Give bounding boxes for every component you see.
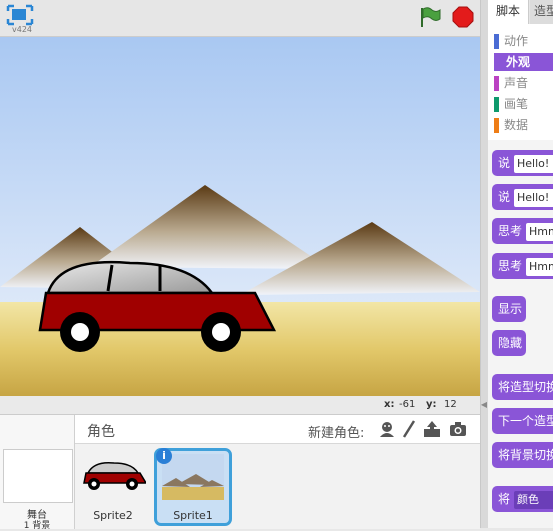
block-label: 思考 [498, 259, 523, 273]
tab-costumes[interactable]: 造型 [530, 0, 553, 24]
block-label: 将 [498, 492, 511, 506]
block-label: 将背景切换为 [498, 448, 553, 462]
category-label: 数据 [504, 118, 529, 132]
block-say[interactable]: 说 Hello! [492, 150, 553, 176]
sprite-library-pane: 舞台 1 背景 角色 新建角色: Sprite2 i Sprite1 [0, 414, 480, 531]
stage-toolbar: v424 [0, 0, 480, 36]
fullscreen-icon[interactable] [6, 4, 34, 26]
block-label: 隐藏 [498, 336, 523, 350]
sprites-header: 角色 新建角色: [75, 415, 480, 444]
green-flag-icon[interactable] [418, 6, 442, 28]
stop-icon[interactable] [452, 6, 474, 28]
block-show[interactable]: 显示 [492, 296, 526, 322]
y-label: y: [426, 399, 437, 410]
block-input[interactable]: Hmm... [526, 257, 553, 276]
sprite-thumbnail-sprite2[interactable]: Sprite2 [80, 449, 146, 525]
sprites-title: 角色 [87, 424, 115, 440]
category-color-swatch [494, 97, 499, 112]
stage-thumbnail[interactable] [3, 449, 73, 503]
block-switch-backdrop[interactable]: 将背景切换为 [492, 442, 553, 468]
new-sprite-label: 新建角色: [308, 426, 365, 441]
stage-selector[interactable]: 舞台 1 背景 [0, 415, 75, 531]
category-looks[interactable]: 外观 [494, 53, 553, 71]
y-value: 12 [444, 399, 457, 410]
category-label: 外观 [506, 55, 531, 69]
category-pen[interactable]: 画笔 [494, 95, 553, 113]
category-color-swatch [494, 118, 499, 133]
category-color-swatch [494, 76, 499, 91]
block-palette: 说Hello! 说Hello! 思考Hmm... 思考Hmm... 显示 隐藏 … [488, 140, 553, 528]
sprite-thumbnail-sprite1[interactable]: i Sprite1 [154, 448, 232, 526]
block-label: 下一个造型 [498, 414, 553, 428]
x-label: x: [384, 399, 395, 410]
mouse-coordinates: x: -61 y: 12 [0, 396, 480, 414]
block-think[interactable]: 思考Hmm... [492, 218, 553, 244]
block-switch-costume[interactable]: 将造型切换为 [492, 374, 553, 400]
block-say-seconds[interactable]: 说 Hello! [492, 184, 553, 210]
block-change-effect[interactable]: 将颜色 [492, 486, 553, 512]
sprite-name: Sprite1 [173, 509, 213, 522]
effect-dropdown[interactable]: 颜色 [514, 490, 553, 509]
collapse-arrow-icon[interactable]: ◀ [480, 397, 488, 413]
block-label: 将造型切换为 [498, 380, 553, 394]
version-label: v424 [12, 25, 33, 34]
block-label: 说 [498, 190, 511, 204]
x-value: -61 [399, 399, 416, 410]
block-next-costume[interactable]: 下一个造型 [492, 408, 553, 434]
block-input[interactable]: Hello! [514, 154, 553, 173]
category-motion[interactable]: 动作 [494, 32, 553, 50]
block-input[interactable]: Hello! [514, 188, 553, 207]
block-think-seconds[interactable]: 思考Hmm... [492, 253, 553, 279]
sprite-name: Sprite2 [93, 509, 133, 522]
category-sound[interactable]: 声音 [494, 74, 553, 92]
upload-icon[interactable] [422, 419, 442, 439]
backdrop-count: 1 背景 [23, 521, 51, 531]
sprite-library-icon[interactable] [377, 419, 397, 439]
category-color-swatch [494, 34, 499, 49]
tab-scripts[interactable]: 脚本 [488, 0, 529, 24]
category-label: 动作 [504, 34, 529, 48]
block-categories: 动作 外观 声音 画笔 数据 [488, 24, 553, 141]
stage-canvas[interactable] [0, 36, 480, 397]
scripts-panel: 脚本 造型 动作 外观 声音 画笔 数据 说 Hello! 说 Hello! 思考 H… [488, 0, 553, 528]
block-label: 显示 [498, 302, 523, 316]
category-label: 声音 [504, 76, 529, 90]
category-label: 画笔 [504, 97, 529, 111]
block-hide[interactable]: 隐藏 [492, 330, 526, 356]
block-label: 思考 [498, 224, 523, 238]
block-input[interactable]: Hmm... [526, 222, 553, 241]
editor-tabs: 脚本 造型 [488, 0, 553, 24]
camera-icon[interactable] [448, 419, 468, 439]
paint-icon[interactable] [399, 419, 419, 439]
category-data[interactable]: 数据 [494, 116, 553, 134]
info-icon[interactable]: i [156, 448, 172, 464]
block-label: 说 [498, 156, 511, 170]
